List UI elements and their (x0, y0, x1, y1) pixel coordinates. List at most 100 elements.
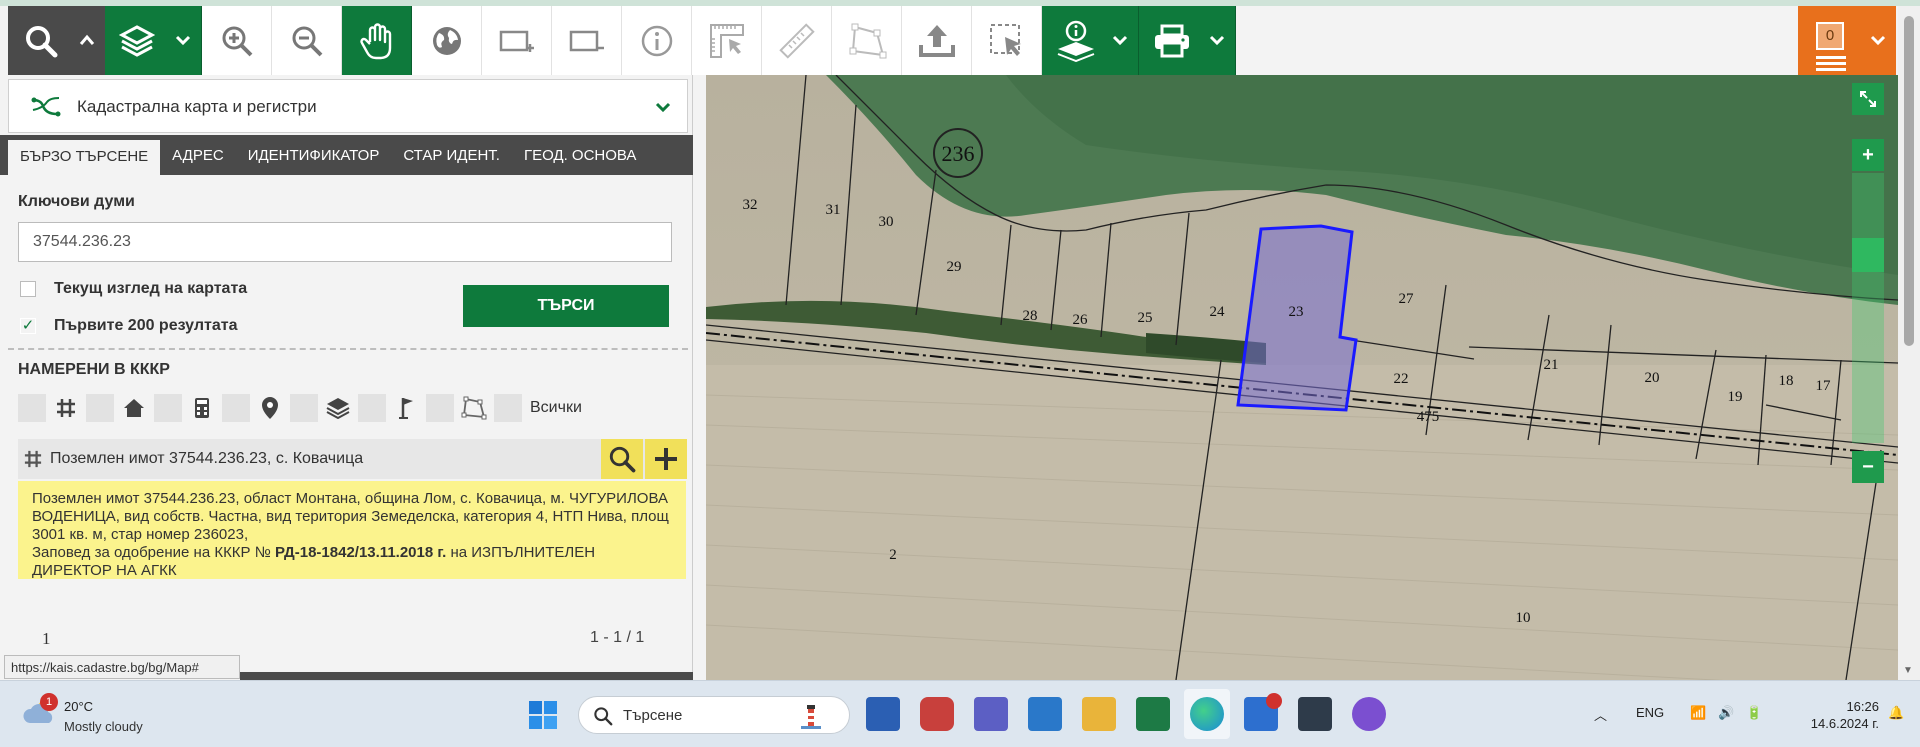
current-view-checkbox[interactable] (20, 281, 36, 297)
info-button[interactable] (622, 6, 692, 75)
globe-button[interactable] (412, 6, 482, 75)
polygon-button[interactable] (832, 6, 902, 75)
weather-alert-badge: 1 (40, 693, 58, 711)
section-divider (8, 348, 688, 350)
parcel-label-19: 19 (1728, 389, 1743, 405)
add-rectangle-button[interactable] (482, 6, 552, 75)
city-app-icon[interactable] (1298, 697, 1332, 731)
viber-app-icon[interactable] (1352, 697, 1386, 731)
search-tabs: БЪРЗО ТЪРСЕНЕ АДРЕС ИДЕНТИФИКАТОР СТАР И… (0, 135, 693, 175)
print-button[interactable] (1139, 6, 1236, 75)
weather-widget[interactable]: 1 (22, 693, 58, 732)
notepad-app-icon[interactable] (1028, 697, 1062, 731)
zoom-to-result-button[interactable] (601, 439, 643, 479)
notification-badge (1266, 693, 1282, 709)
fullscreen-button[interactable] (1852, 83, 1884, 115)
layer-selector[interactable]: Кадастрална карта и регистри (8, 79, 688, 133)
scrollbar-thumb[interactable] (1904, 16, 1914, 346)
zoom-out-button[interactable] (272, 6, 342, 75)
zoom-in-map-button[interactable]: + (1852, 139, 1884, 171)
menu-bars-icon (1816, 56, 1846, 71)
search-icon (26, 25, 58, 57)
tab-address[interactable]: АДРЕС (160, 135, 236, 175)
wifi-icon[interactable]: 📶 (1690, 705, 1706, 721)
snip-app-icon[interactable] (920, 697, 954, 731)
ruler-button[interactable] (762, 6, 832, 75)
upload-button[interactable] (902, 6, 972, 75)
scroll-down-arrow-icon[interactable]: ▼ (1903, 665, 1913, 676)
parcel-label-10: 10 (1516, 610, 1531, 626)
page-number[interactable]: 1 (42, 629, 51, 649)
filter-checkbox[interactable] (290, 394, 318, 422)
block-label-236: 236 (942, 141, 975, 166)
parcel-label-31: 31 (826, 202, 841, 218)
result-filters: Всички (18, 394, 582, 422)
file-explorer-icon[interactable] (1082, 697, 1116, 731)
search-icon (594, 707, 613, 726)
battery-icon[interactable]: 🔋 (1746, 705, 1762, 721)
filter-checkbox[interactable] (18, 394, 46, 422)
parcel-label-29: 29 (947, 259, 962, 275)
measure-grid-button[interactable] (692, 6, 762, 75)
cart-count-badge: 0 (1816, 22, 1844, 50)
parcel-label-30: 30 (879, 214, 894, 230)
zoom-slider-track[interactable] (1852, 173, 1884, 443)
search-icon (609, 446, 636, 473)
result-item-header[interactable]: Поземлен имот 37544.236.23, с. Ковачица (18, 439, 687, 479)
cadastre-layer-icon (31, 97, 61, 117)
tab-quick-search[interactable]: БЪРЗО ТЪРСЕНЕ (8, 140, 161, 175)
parcel-grid-icon (24, 450, 42, 468)
cart-menu-button[interactable]: 0 (1798, 6, 1896, 75)
remove-rectangle-button[interactable] (552, 6, 622, 75)
pan-button[interactable] (342, 6, 412, 75)
found-heading: НАМЕРЕНИ В КККР (18, 361, 170, 378)
parcel-label-26: 26 (1073, 312, 1089, 328)
parcel-label-22: 22 (1394, 371, 1409, 387)
parcel-label-28: 28 (1023, 308, 1038, 324)
tab-geodetic-basis[interactable]: ГЕОД. ОСНОВА (512, 135, 648, 175)
upload-icon (918, 24, 955, 57)
zoom-out-map-button[interactable]: − (1852, 451, 1884, 483)
cadastral-map[interactable]: 236 32 31 30 29 28 26 25 24 23 27 22 21 … (706, 75, 1898, 680)
zoom-in-button[interactable] (202, 6, 272, 75)
layer-info-button[interactable] (1042, 6, 1139, 75)
layers-tool-button[interactable] (105, 6, 202, 75)
volume-icon[interactable]: 🔊 (1718, 705, 1734, 721)
filter-checkbox[interactable] (358, 394, 386, 422)
excel-app-icon[interactable] (1136, 697, 1170, 731)
select-area-button[interactable] (972, 6, 1042, 75)
language-indicator[interactable]: ENG (1636, 705, 1664, 720)
teams-app-icon[interactable] (974, 697, 1008, 731)
parcel-label-32: 32 (743, 197, 758, 213)
first-200-checkbox[interactable]: ✓ (20, 318, 36, 334)
start-button[interactable] (529, 701, 557, 734)
keywords-input[interactable]: 37544.236.23 (18, 222, 672, 262)
search-button[interactable]: ТЪРСИ (463, 285, 669, 327)
parcel-label-2: 2 (889, 547, 897, 563)
page-scrollbar[interactable]: ▼ (1898, 6, 1920, 680)
filter-checkbox[interactable] (426, 394, 454, 422)
filter-checkbox[interactable] (154, 394, 182, 422)
add-result-button[interactable] (645, 439, 687, 479)
result-order-text: Заповед за одобрение на КККР № (32, 544, 271, 561)
layer-name: Кадастрална карта и регистри (77, 97, 317, 116)
edge-browser-icon[interactable] (1190, 697, 1224, 731)
zoom-slider-handle[interactable] (1852, 238, 1884, 272)
layers-stack-icon (322, 394, 354, 422)
keywords-label: Ключови думи (18, 193, 135, 210)
filter-checkbox[interactable] (86, 394, 114, 422)
notifications-bell-icon[interactable]: 🔔 (1888, 705, 1904, 721)
tab-old-identifier[interactable]: СТАР ИДЕНТ. (391, 135, 512, 175)
word-app-icon[interactable] (866, 697, 900, 731)
select-area-icon (989, 23, 1021, 56)
taskbar-clock[interactable]: 16:26 14.6.2024 г. (1789, 699, 1879, 731)
globe-icon (432, 26, 461, 55)
panel-footer-bar (240, 672, 693, 680)
parcel-label-20: 20 (1645, 370, 1660, 386)
search-tool-button[interactable] (8, 6, 105, 75)
taskbar-search-box[interactable]: Търсене (578, 696, 850, 734)
tab-identifier[interactable]: ИДЕНТИФИКАТОР (236, 135, 392, 175)
filter-all-checkbox[interactable] (494, 394, 522, 422)
filter-checkbox[interactable] (222, 394, 250, 422)
tray-chevron-up-icon[interactable]: ︿ (1594, 705, 1607, 724)
